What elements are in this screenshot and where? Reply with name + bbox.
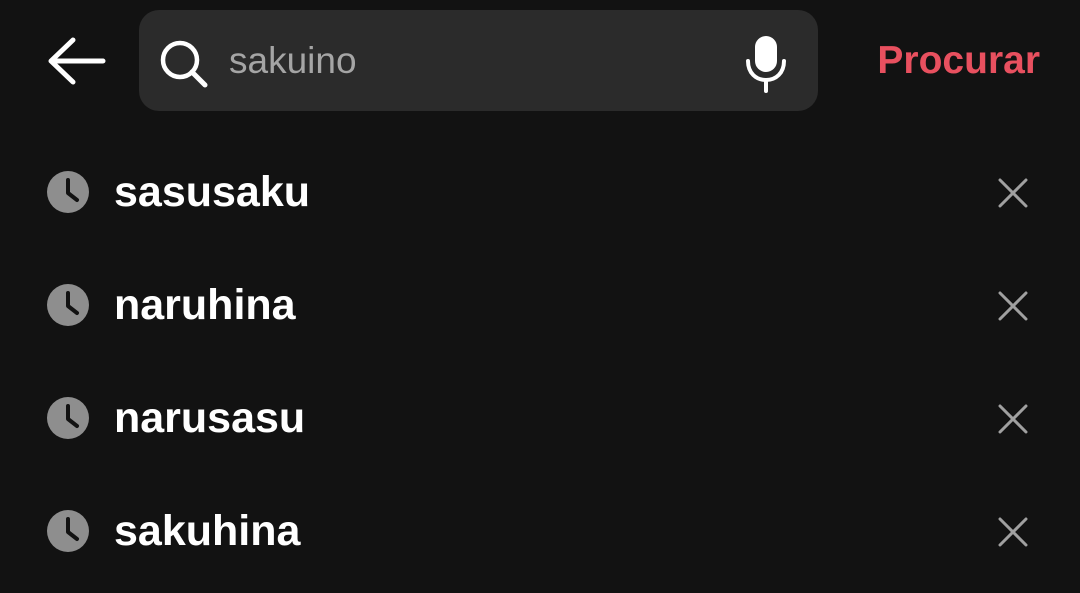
remove-history-button[interactable]	[985, 391, 1041, 447]
back-button[interactable]	[40, 30, 112, 92]
clock-icon	[47, 284, 89, 326]
close-icon	[998, 178, 1028, 208]
search-icon	[160, 40, 208, 88]
history-item[interactable]: sakuhina	[0, 475, 1080, 588]
search-input[interactable]	[229, 28, 729, 94]
arrow-left-icon	[48, 37, 106, 85]
history-item-label: narusasu	[114, 394, 306, 442]
clock-icon	[47, 171, 89, 213]
history-item-label: sasusaku	[114, 168, 311, 216]
history-item[interactable]: naruhina	[0, 249, 1080, 362]
search-submit-button[interactable]: Procurar	[840, 30, 1040, 92]
clock-icon	[47, 397, 89, 439]
search-bar[interactable]	[139, 10, 818, 111]
history-item[interactable]: narusasu	[0, 362, 1080, 475]
search-history-list: sasusaku naruhina narusasu sakuhina	[0, 136, 1080, 588]
remove-history-button[interactable]	[985, 504, 1041, 560]
close-icon	[998, 291, 1028, 321]
clock-icon	[47, 510, 89, 552]
remove-history-button[interactable]	[985, 278, 1041, 334]
remove-history-button[interactable]	[985, 165, 1041, 221]
history-item[interactable]: sasusaku	[0, 136, 1080, 249]
microphone-icon[interactable]	[741, 34, 791, 94]
search-header: Procurar	[0, 0, 1080, 120]
history-item-label: sakuhina	[114, 507, 301, 555]
close-icon	[998, 517, 1028, 547]
history-item-label: naruhina	[114, 281, 296, 329]
close-icon	[998, 404, 1028, 434]
